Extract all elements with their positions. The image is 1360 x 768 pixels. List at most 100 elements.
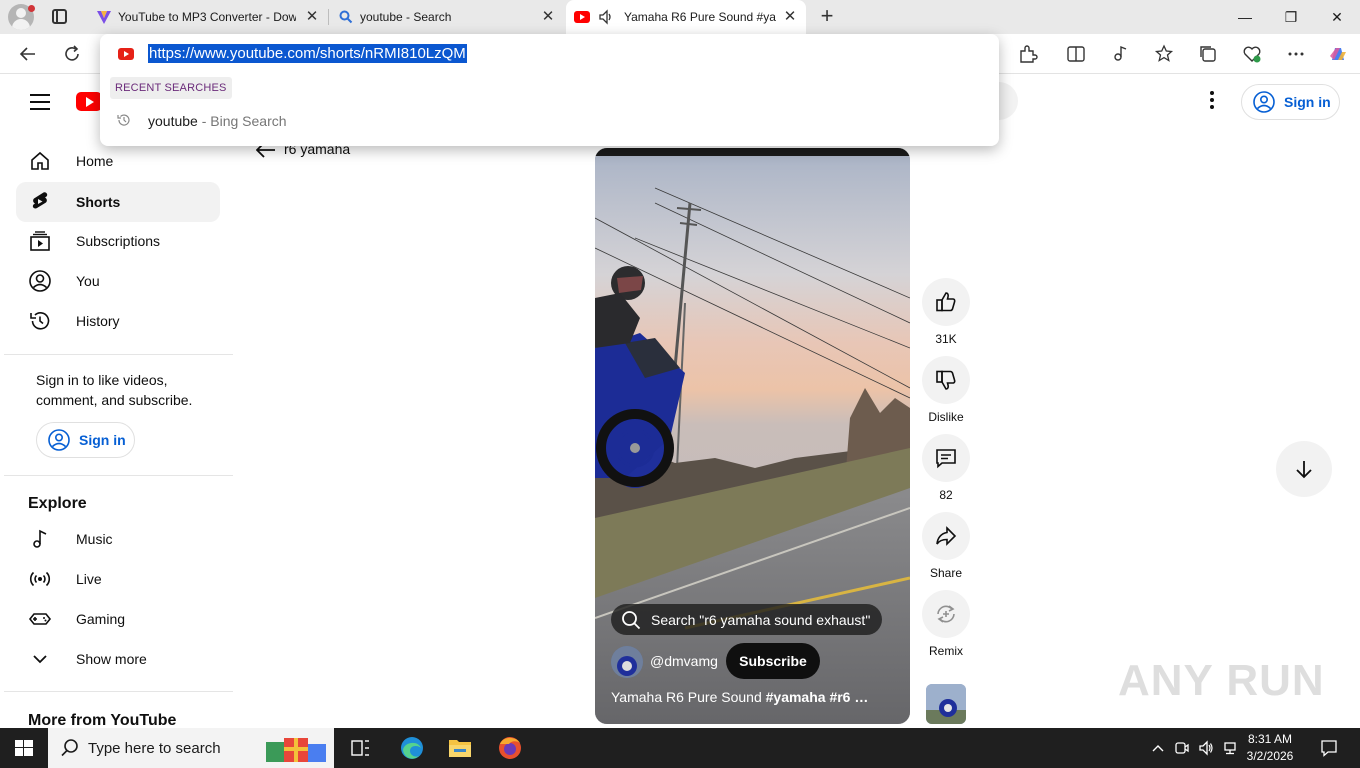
shorts-icon xyxy=(32,192,48,209)
sidebar-sign-in-button[interactable]: Sign in xyxy=(36,422,135,458)
sidebar-item-label: Home xyxy=(76,153,114,169)
windows-start-icon[interactable] xyxy=(0,728,48,768)
close-tab-icon[interactable]: ✕ xyxy=(540,9,556,25)
split-screen-icon[interactable] xyxy=(1064,42,1088,66)
firefox-icon[interactable] xyxy=(486,728,534,768)
live-icon xyxy=(29,571,51,587)
taskbar-clock[interactable]: 8:31 AM 3/2/2026 xyxy=(1236,731,1304,765)
share-label: Share xyxy=(929,566,963,580)
restore-button[interactable]: ❐ xyxy=(1268,0,1314,34)
remix-label: Remix xyxy=(928,644,963,658)
tab-yamaha-r6[interactable]: Yamaha R6 Pure Sound #yam ✕ xyxy=(566,0,806,34)
share-icon xyxy=(936,526,957,546)
home-icon xyxy=(31,151,49,170)
browser-essentials-icon[interactable] xyxy=(1240,42,1264,66)
tab-youtube-to-mp3[interactable]: YouTube to MP3 Converter - Dow ✕ xyxy=(88,0,329,34)
clock-time: 8:31 AM xyxy=(1247,732,1293,746)
extensions-icon[interactable] xyxy=(1016,42,1040,66)
sidebar-item-subscriptions[interactable]: Subscriptions xyxy=(16,221,220,261)
comment-icon xyxy=(936,449,956,469)
volume-icon[interactable] xyxy=(1198,740,1214,756)
history-icon xyxy=(117,114,130,126)
explore-heading: Explore xyxy=(28,495,87,512)
dislike-button[interactable] xyxy=(922,356,970,404)
youtube-favicon-icon xyxy=(574,11,590,23)
remix-button[interactable] xyxy=(922,590,970,638)
suggestion-source: - Bing Search xyxy=(197,113,287,129)
sidebar-item-label: History xyxy=(76,313,120,329)
sidebar-item-gaming[interactable]: Gaming xyxy=(16,599,220,639)
video-title[interactable]: Yamaha R6 Pure Sound #yamaha #r6 … xyxy=(611,689,871,705)
sidebar-item-label: You xyxy=(76,273,100,289)
settings-menu-button[interactable] xyxy=(1200,88,1224,114)
sidebar-divider xyxy=(4,475,233,476)
taskbar-search-box[interactable]: Type here to search xyxy=(48,728,334,768)
thumbs-down-icon xyxy=(936,370,956,390)
sidebar-item-live[interactable]: Live xyxy=(16,559,220,599)
related-search-chip[interactable]: Search "r6 yamaha sound exhaust" xyxy=(611,604,882,635)
close-tab-icon[interactable]: ✕ xyxy=(782,9,798,25)
sidebar-item-history[interactable]: History xyxy=(16,301,220,341)
address-bar-url[interactable]: https://www.youtube.com/shorts/nRMI810Lz… xyxy=(148,44,467,63)
user-icon xyxy=(29,270,51,292)
share-button[interactable] xyxy=(922,512,970,560)
sidebar-item-label: Gaming xyxy=(76,611,126,627)
close-tab-icon[interactable]: ✕ xyxy=(304,9,320,25)
sidebar-item-label: Show more xyxy=(76,651,147,667)
edge-taskbar-icon[interactable] xyxy=(388,728,436,768)
guide-menu-button[interactable] xyxy=(30,94,50,110)
minimize-button[interactable]: — xyxy=(1222,0,1268,34)
back-icon[interactable] xyxy=(16,42,40,66)
sidebar-item-music[interactable]: Music xyxy=(16,519,220,559)
new-tab-button[interactable]: + xyxy=(816,5,838,28)
converter-favicon-icon xyxy=(97,11,111,24)
notifications-icon[interactable] xyxy=(1320,739,1338,757)
video-title-hashtags: #yamaha #r6 … xyxy=(765,689,869,705)
account-icon xyxy=(48,429,70,451)
task-view-icon[interactable] xyxy=(336,728,384,768)
history-icon xyxy=(30,312,50,330)
signin-prompt-text: Sign in to like videos, comment, and sub… xyxy=(36,372,193,408)
profile-notification-dot xyxy=(28,5,35,12)
sidebar-item-home[interactable]: Home xyxy=(16,141,220,181)
chevron-down-icon xyxy=(33,655,47,664)
sidebar-item-show-more[interactable]: Show more xyxy=(16,639,220,679)
more-options-icon[interactable] xyxy=(1284,42,1308,66)
favorites-icon[interactable] xyxy=(1152,42,1176,66)
copilot-icon[interactable] xyxy=(1326,42,1350,66)
thumbs-up-icon xyxy=(936,292,956,312)
sound-thumbnail[interactable] xyxy=(926,684,966,724)
refresh-icon[interactable] xyxy=(60,42,84,66)
search-icon xyxy=(61,739,78,757)
youtube-logo[interactable] xyxy=(76,92,102,111)
music-icon xyxy=(33,529,47,548)
sidebar-item-label: Shorts xyxy=(76,194,121,210)
meet-now-icon[interactable] xyxy=(1174,740,1190,756)
taskbar-search-placeholder: Type here to search xyxy=(88,740,221,757)
close-window-button[interactable]: ✕ xyxy=(1314,0,1360,34)
sidebar-item-shorts[interactable]: Shorts xyxy=(16,182,220,222)
sign-in-button[interactable]: Sign in xyxy=(1241,84,1340,120)
read-aloud-icon[interactable] xyxy=(1108,42,1132,66)
subscribe-button[interactable]: Subscribe xyxy=(726,643,820,679)
shorts-video-player[interactable] xyxy=(595,148,910,724)
audio-playing-icon[interactable] xyxy=(598,9,614,25)
channel-avatar[interactable] xyxy=(611,646,643,678)
sidebar-item-label: Music xyxy=(76,531,113,547)
account-icon xyxy=(1253,91,1275,113)
channel-name[interactable]: @dmvamg xyxy=(650,653,718,669)
sidebar-item-you[interactable]: You xyxy=(16,261,220,301)
file-explorer-icon[interactable] xyxy=(436,728,484,768)
comments-button[interactable] xyxy=(922,434,970,482)
tab-youtube-search[interactable]: youtube - Search ✕ xyxy=(330,0,564,34)
search-suggestion[interactable]: youtube - Bing Search xyxy=(148,113,287,129)
browser-tab-strip: YouTube to MP3 Converter - Dow ✕ youtube… xyxy=(0,0,1360,34)
tab-actions-icon[interactable] xyxy=(52,9,67,24)
video-frame xyxy=(595,148,910,724)
show-hidden-icons-icon[interactable] xyxy=(1150,740,1166,756)
next-short-button[interactable] xyxy=(1276,441,1332,497)
like-count: 31K xyxy=(935,332,957,346)
like-button[interactable] xyxy=(922,278,970,326)
tab-title: YouTube to MP3 Converter - Dow xyxy=(118,10,296,24)
collections-icon[interactable] xyxy=(1196,42,1220,66)
